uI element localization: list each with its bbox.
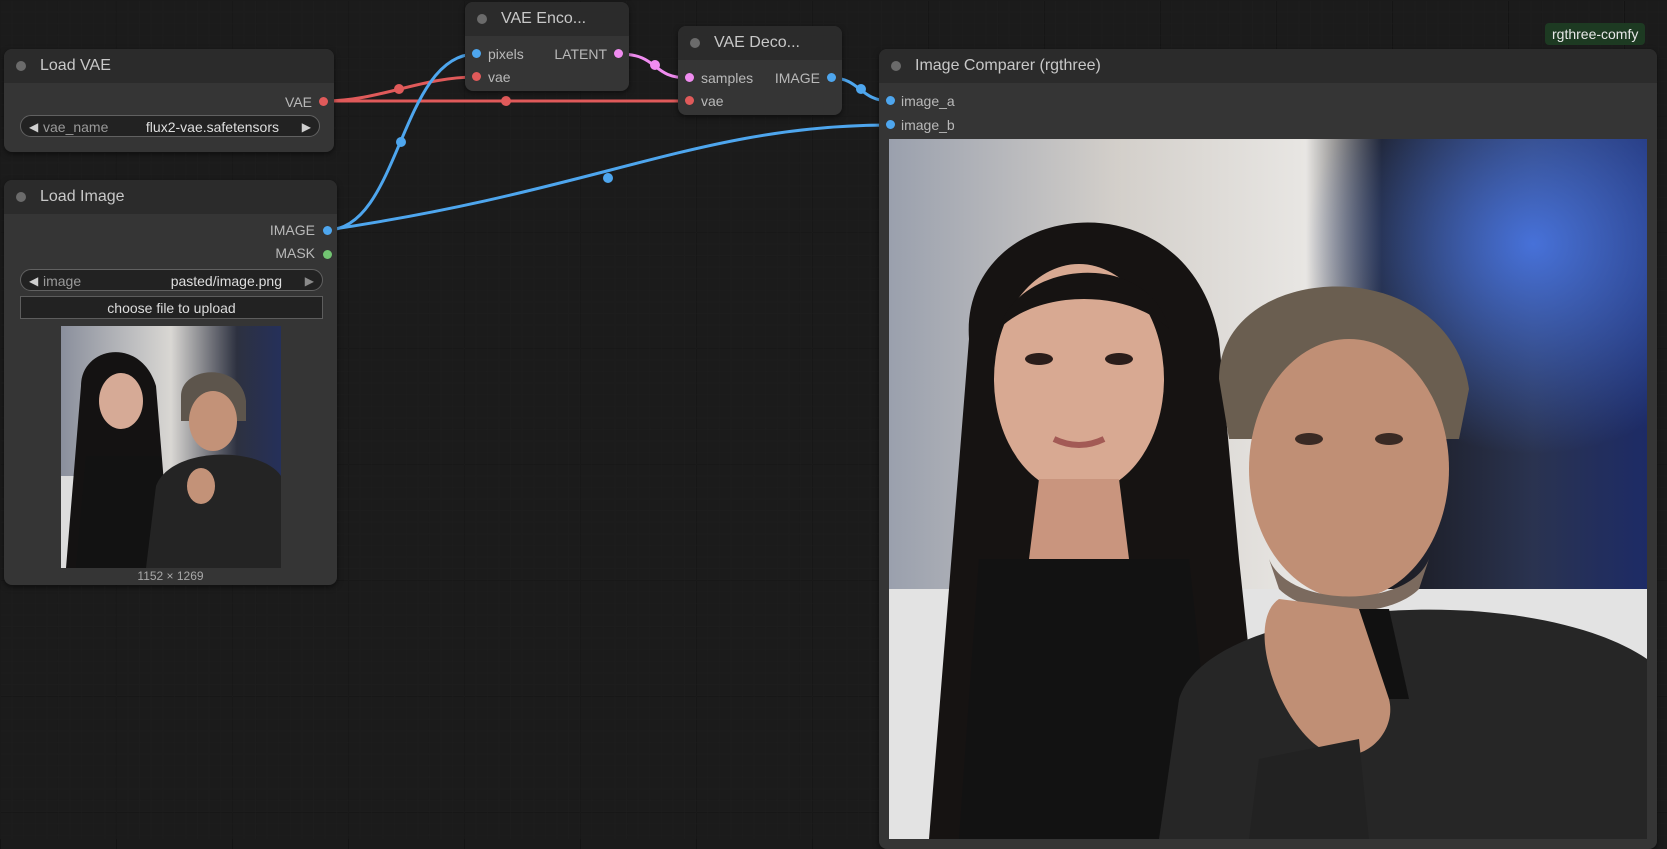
link-midpoint — [650, 60, 660, 70]
output-mask-label: MASK — [275, 245, 315, 261]
vae-name-combo[interactable]: ◀ vae_name flux2-vae.safetensors ▶ — [20, 115, 320, 137]
image-combo[interactable]: ◀ image pasted/image.png ▶ — [20, 269, 323, 291]
preview-size-label: 1152 × 1269 — [137, 569, 204, 583]
node-title-bar[interactable]: VAE Enco... — [465, 2, 629, 36]
arrow-left-icon[interactable]: ◀ — [29, 270, 38, 292]
output-image-label: IMAGE — [774, 70, 820, 86]
vae-decode-node[interactable]: VAE Deco... samples IMAGE vae — [678, 26, 842, 115]
collapse-dot-icon[interactable] — [16, 192, 26, 202]
input-vae-socket[interactable] — [472, 72, 481, 81]
input-pixels-socket[interactable] — [472, 49, 481, 58]
link-midpoint — [501, 96, 511, 106]
widget-label: image — [43, 273, 82, 289]
output-image-socket[interactable] — [323, 226, 332, 235]
input-image-a-socket[interactable] — [886, 96, 895, 105]
node-title: Load VAE — [40, 57, 111, 74]
input-pixels-label: pixels — [488, 46, 524, 62]
input-samples-label: samples — [701, 70, 754, 86]
load-vae-node[interactable]: Load VAE VAE ◀ vae_name flux2-vae.safete… — [4, 49, 334, 152]
output-mask-socket[interactable] — [323, 250, 332, 259]
node-title-bar[interactable]: Image Comparer (rgthree) — [879, 49, 1657, 83]
link-midpoint — [856, 84, 866, 94]
image-preview — [61, 326, 281, 568]
collapse-dot-icon[interactable] — [16, 61, 26, 71]
output-image-socket[interactable] — [827, 73, 836, 82]
widget-value: pasted/image.png — [170, 273, 282, 289]
input-vae-label: vae — [701, 93, 724, 109]
output-vae-label: VAE — [285, 94, 312, 110]
vae-encode-node[interactable]: VAE Enco... pixels LATENT vae — [465, 2, 629, 91]
collapse-dot-icon[interactable] — [477, 14, 487, 24]
arrow-right-icon[interactable]: ▶ — [302, 116, 311, 138]
collapse-dot-icon[interactable] — [891, 61, 901, 71]
input-image-b-label: image_b — [901, 117, 955, 133]
link-midpoint — [394, 84, 404, 94]
load-image-node[interactable]: Load Image IMAGE MASK ◀ image pasted/ima… — [4, 180, 337, 585]
input-vae-label: vae — [488, 69, 511, 85]
output-latent-label: LATENT — [554, 46, 607, 62]
widget-label: vae_name — [43, 119, 109, 135]
node-title: VAE Deco... — [714, 34, 800, 51]
output-vae-socket[interactable] — [319, 97, 328, 106]
image-comparer-node[interactable]: Image Comparer (rgthree) image_a image_b — [879, 49, 1657, 849]
link-midpoint — [396, 137, 406, 147]
input-image-b-socket[interactable] — [886, 120, 895, 129]
link-midpoint — [603, 173, 613, 183]
collapse-dot-icon[interactable] — [690, 38, 700, 48]
upload-button[interactable]: choose file to upload — [20, 296, 323, 319]
output-latent-socket[interactable] — [614, 49, 623, 58]
output-image-label: IMAGE — [269, 222, 315, 238]
node-title: Load Image — [40, 188, 125, 205]
node-title-bar[interactable]: Load Image — [4, 180, 337, 214]
node-title: Image Comparer (rgthree) — [915, 57, 1101, 74]
node-title: VAE Enco... — [501, 10, 587, 27]
arrow-right-icon[interactable]: ▶ — [305, 270, 314, 292]
input-vae-socket[interactable] — [685, 96, 694, 105]
arrow-left-icon[interactable]: ◀ — [29, 116, 38, 138]
input-samples-socket[interactable] — [685, 73, 694, 82]
rgthree-badge[interactable]: rgthree-comfy — [1545, 23, 1646, 45]
node-title-bar[interactable]: Load VAE — [4, 49, 334, 83]
widget-value: flux2-vae.safetensors — [145, 119, 279, 135]
node-title-bar[interactable]: VAE Deco... — [678, 26, 842, 60]
input-image-a-label: image_a — [901, 93, 955, 109]
comparer-image[interactable] — [889, 139, 1647, 839]
